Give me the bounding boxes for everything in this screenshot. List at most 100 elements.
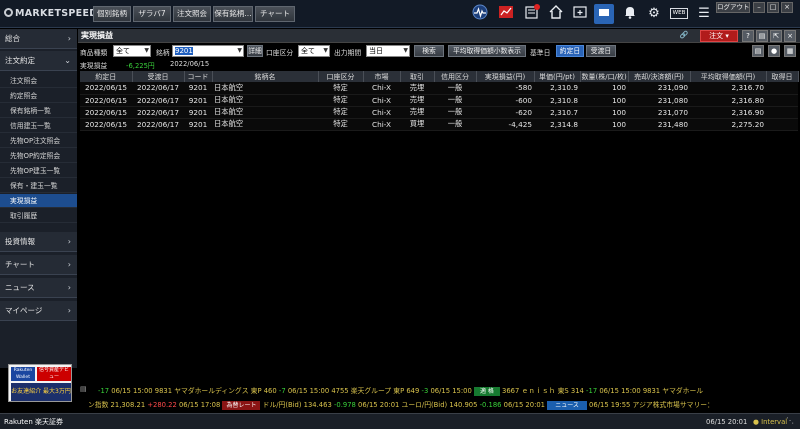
cell-code: 9201 [184,106,212,119]
sidebar-item-trade-history[interactable]: 取引履歴 [0,209,77,223]
sidebar-section-mypage[interactable]: マイページ › [0,301,77,321]
output-period-select[interactable]: 当日 ▼ [366,45,410,57]
column-header[interactable]: コード [184,71,213,82]
ticker-expand-icon[interactable]: ▤ [80,385,87,393]
table-row[interactable]: 2022/06/15 2022/06/17 9201 日本航空 特定 Chi-X… [80,118,798,132]
column-header[interactable]: 口座区分 [318,71,364,82]
cell-code: 9201 [184,82,212,95]
menu-icon[interactable]: ☰ [694,4,714,24]
sidebar-item-futures-execution-inquiry[interactable]: 先物OP約定照会 [0,149,77,163]
chevron-right-icon: › [67,283,71,292]
search-button[interactable]: 検索 [414,45,444,57]
sidebar-section-orders[interactable]: 注文約定 ⌄ [0,51,77,71]
ticker-segment: -7 [278,387,286,395]
link-icon[interactable]: 🔗 [678,30,690,42]
toolbar-button-order-inquiry[interactable]: 注文照会 [173,6,211,22]
cell-account-type: 特定 [318,82,363,95]
toolbar-button-individual-stock[interactable]: 個別銘柄 [93,6,131,22]
home-icon[interactable] [546,4,566,24]
refresh-icon[interactable]: ● [768,45,780,57]
table-row[interactable]: 2022/06/15 2022/06/17 9201 日本航空 特定 Chi-X… [80,106,798,119]
panel-title: 実現損益 [81,31,113,40]
sidebar-item-holdings-positions[interactable]: 保有・建玉一覧 [0,179,77,193]
sidebar-item-order-inquiry[interactable]: 注文照会 [0,74,77,88]
ticker-segment: 適 格 [473,387,500,396]
sidebar-item-realized-pnl[interactable]: 実現損益 [0,194,77,208]
sidebar-item-execution-inquiry[interactable]: 約定照会 [0,89,77,103]
cell-trade-date: 2022/06/15 [80,118,132,132]
summary-realized-pnl: -6,225円 [126,62,155,70]
promo-banner[interactable]: Rakuten Wallet 信号資産デビュー お友達紹介 最大3万円 [8,364,72,402]
print-icon[interactable]: ▤ [756,30,768,42]
base-date-settlement-toggle[interactable]: 受渡日 [586,45,616,57]
product-type-select[interactable]: 全て ▼ [113,45,151,57]
sidebar-item-futures-order-inquiry[interactable]: 先物OP注文照会 [0,134,77,148]
panel-close-icon[interactable]: × [784,30,796,42]
cell-margin-type: 一般 [434,118,476,132]
new-window-icon[interactable] [570,4,590,24]
ticker-segment: 06/15 20:01 [501,401,548,409]
toolbar-button-holdings[interactable]: 保有銘柄... [213,6,253,22]
market-pulse-icon[interactable] [470,4,490,24]
column-header[interactable]: 信用区分 [434,71,477,82]
window-switch-icon[interactable] [594,4,614,24]
column-header[interactable]: 数量(株/口/枚) [580,71,629,82]
column-header[interactable]: 売却/決済額(円) [628,71,691,82]
column-header[interactable]: 約定日 [80,71,133,82]
ticker-segment: 06/15 15:00 9831 ヤマダホール [597,387,704,395]
notification-bell-icon[interactable] [620,4,640,24]
table-row[interactable]: 2022/06/15 2022/06/17 9201 日本航空 特定 Chi-X… [80,94,798,107]
help-icon[interactable]: ? [742,30,754,42]
logout-button[interactable]: ログアウト [716,2,750,13]
column-header[interactable]: 取引 [400,71,435,82]
sidebar-section-news[interactable]: ニュース › [0,278,77,298]
cell-realized-pnl: -580 [476,82,534,95]
account-type-select[interactable]: 全て ▼ [298,45,330,57]
chart-signal-icon[interactable] [496,4,516,24]
web-button[interactable]: WEB [670,8,688,19]
cell-market: Chi-X [363,82,400,95]
filter-bar: 商品種類 全て ▼ 銘柄 9201 ▼ 詳細 口座区分 全て ▼ 出力期間 当日 ▼ 検… [78,45,800,58]
sidebar-item-futures-positions[interactable]: 先物OP建玉一覧 [0,164,77,178]
column-header[interactable]: 実現損益(円) [476,71,535,82]
account-type-label: 口座区分 [266,49,294,57]
symbol-input[interactable]: 9201 ▼ [172,45,244,57]
order-button[interactable]: 注文 ▾ [700,30,738,42]
column-header[interactable]: 市場 [363,71,401,82]
column-settings-icon[interactable]: ▦ [784,45,796,57]
cell-settlement-date: 2022/06/17 [132,106,184,119]
market-ticker[interactable]: ン指数 21,308.21 +280.22 06/15 17:08 為替レート … [88,399,714,410]
popout-icon[interactable]: ⇱ [770,30,782,42]
average-price-decimal-button[interactable]: 平均取得価額小数表示 [448,45,526,57]
cell-stock-name: 日本航空 [212,106,318,119]
sidebar-section-overview[interactable]: 総合 › [0,29,77,49]
column-header[interactable]: 単価(円/pt) [534,71,581,82]
sidebar-item-holdings-list[interactable]: 保有銘柄一覧 [0,104,77,118]
stock-ticker[interactable]: -17 06/15 15:00 9831 ヤマダホールディングス 東P 460 … [98,385,703,396]
column-header[interactable]: 取得日 [766,71,799,82]
sidebar-section-label: 投資情報 [5,237,35,246]
sidebar-section-chart[interactable]: チャート › [0,255,77,275]
csv-export-icon[interactable]: ▤ [752,45,764,57]
settings-gear-icon[interactable]: ⚙ [644,4,664,24]
column-header[interactable]: 受渡日 [132,71,185,82]
maximize-icon[interactable]: □ [767,2,779,13]
resize-grip-icon[interactable]: ⋱ [786,416,794,425]
cell-settlement-amount: 231,480 [628,118,690,132]
table-row[interactable]: 2022/06/15 2022/06/17 9201 日本航空 特定 Chi-X… [80,82,798,95]
minimize-icon[interactable]: – [753,2,765,13]
detail-button[interactable]: 詳細 [247,45,263,57]
sidebar-section-investment-info[interactable]: 投資情報 › [0,232,77,252]
cell-margin-type: 一般 [434,106,476,119]
toolbar-button-chart[interactable]: チャート [255,6,295,22]
close-icon[interactable]: × [781,2,793,13]
column-header[interactable]: 銘柄名 [212,71,319,82]
cell-unit-price: 2,310.9 [534,82,580,95]
sidebar-item-margin-positions[interactable]: 信用建玉一覧 [0,119,77,133]
cell-avg-cost: 2,316.80 [690,94,766,107]
news-icon[interactable] [522,4,542,24]
toolbar-button-zaraba[interactable]: ザラバ7 [133,6,171,22]
base-date-trade-toggle[interactable]: 約定日 [556,45,584,57]
ticker-segment: 06/15 15:00 [428,387,474,395]
column-header[interactable]: 平均取得価額(円) [690,71,767,82]
